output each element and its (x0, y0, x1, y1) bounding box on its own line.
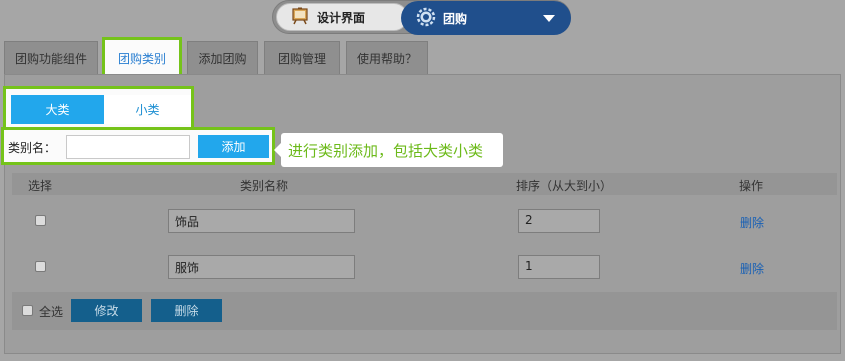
delete-link[interactable]: 删除 (740, 214, 764, 231)
category-level-toggle: 大类 小类 (3, 86, 194, 131)
add-category-form: 类别名： 添加 (1, 127, 275, 165)
row-checkbox[interactable] (35, 261, 46, 272)
gear-icon (416, 7, 436, 30)
mode-switcher: 设计界面 团购 (272, 0, 571, 35)
design-view-label: 设计界面 (317, 10, 366, 25)
small-category-button[interactable]: 小类 (104, 95, 191, 124)
module-dropdown-label: 团购 (443, 11, 468, 26)
big-category-button[interactable]: 大类 (11, 95, 104, 124)
order-field[interactable]: 1 (518, 255, 600, 279)
module-dropdown[interactable]: 团购 (401, 1, 571, 35)
category-name-input[interactable] (66, 135, 190, 159)
modify-button[interactable]: 修改 (71, 299, 142, 322)
category-name-field[interactable]: 服饰 (168, 255, 355, 279)
table-row: 饰品 2 删除 (12, 197, 837, 243)
category-name-field[interactable]: 饰品 (168, 209, 355, 233)
tab-help[interactable]: 使用帮助？ (346, 41, 428, 74)
bulk-delete-button[interactable]: 删除 (151, 299, 222, 322)
header-name: 类别名称 (240, 179, 289, 193)
design-view-button[interactable]: 设计界面 (276, 3, 408, 31)
select-all-label: 全选 (39, 305, 64, 319)
tab-manage[interactable]: 团购管理 (264, 41, 340, 74)
table-header: 选择 类别名称 排序（从大到小） 操作 (12, 173, 837, 195)
category-name-label: 类别名： (8, 141, 57, 155)
row-checkbox[interactable] (35, 215, 46, 226)
design-board-icon (291, 7, 309, 28)
delete-link[interactable]: 删除 (740, 260, 764, 277)
hint-callout: 进行类别添加，包括大类小类 (274, 133, 503, 167)
table-footer: 全选 修改 删除 (12, 292, 837, 330)
add-button[interactable]: 添加 (198, 135, 269, 158)
select-all-checkbox[interactable] (22, 305, 33, 316)
header-order: 排序（从大到小） (516, 179, 613, 193)
order-field[interactable]: 2 (518, 209, 600, 233)
header-action: 操作 (739, 179, 764, 193)
chevron-down-icon (543, 15, 555, 22)
header-select: 选择 (28, 179, 53, 193)
tab-categories[interactable]: 团购类别 (102, 37, 182, 78)
tab-components[interactable]: 团购功能组件 (4, 41, 98, 74)
tab-add-group-buy[interactable]: 添加团购 (187, 41, 258, 74)
table-row: 服饰 1 删除 (12, 243, 837, 289)
